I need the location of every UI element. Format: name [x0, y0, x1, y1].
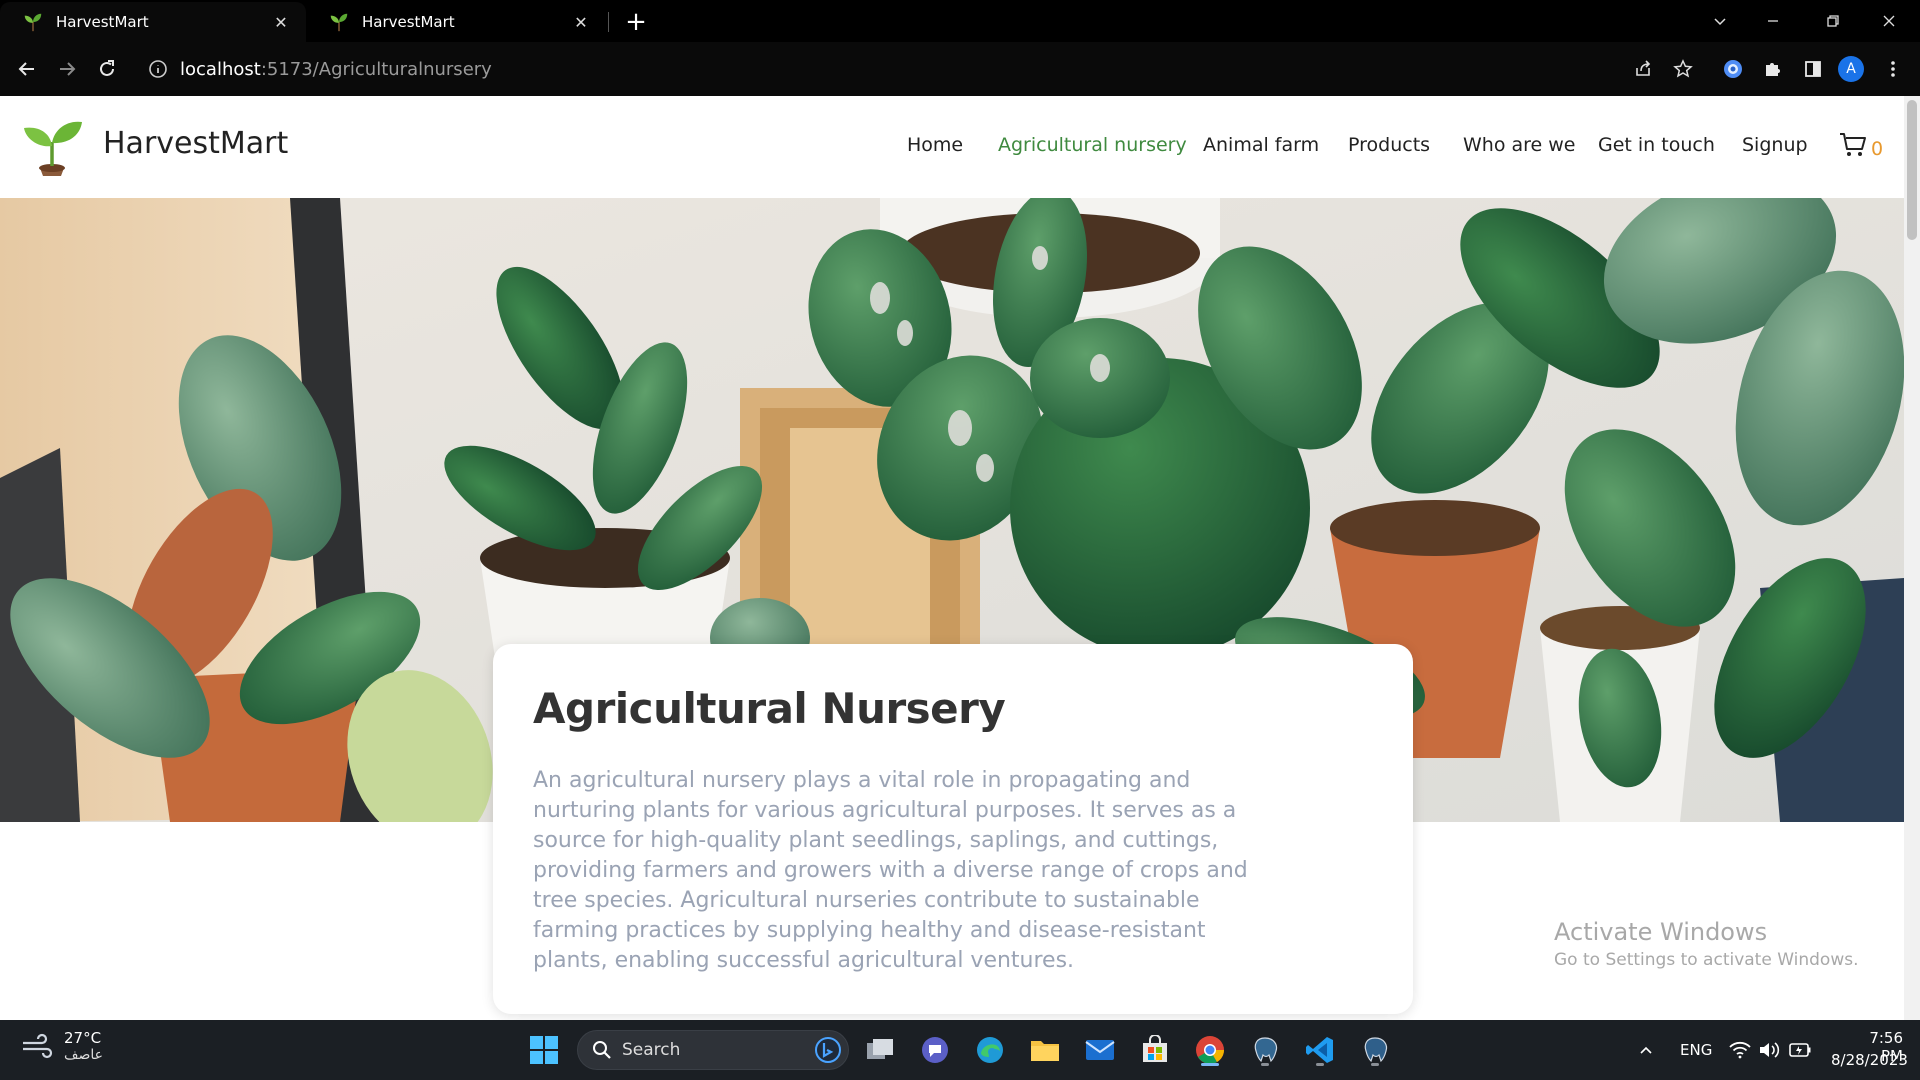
browser-tab-bar: HarvestMart ✕ HarvestMart ✕ + — [0, 0, 1920, 42]
bing-icon[interactable] — [814, 1036, 842, 1064]
watermark-subtitle: Go to Settings to activate Windows. — [1554, 950, 1859, 970]
running-indicator — [1371, 1063, 1379, 1066]
nav-home[interactable]: Home — [907, 134, 963, 156]
extensions-puzzle-icon[interactable] — [1758, 54, 1788, 84]
postgresql-icon[interactable] — [1357, 1032, 1393, 1068]
watermark-title: Activate Windows — [1554, 918, 1768, 946]
forward-icon[interactable] — [52, 54, 82, 84]
mail-icon[interactable] — [1082, 1032, 1118, 1068]
nav-products[interactable]: Products — [1348, 134, 1430, 156]
running-indicator — [1261, 1063, 1269, 1066]
more-menu-icon[interactable] — [1878, 54, 1908, 84]
nav-who-are-we[interactable]: Who are we — [1463, 134, 1576, 156]
nav-signup[interactable]: Signup — [1742, 134, 1808, 156]
scrollbar-thumb[interactable] — [1907, 100, 1917, 240]
share-icon[interactable] — [1628, 54, 1658, 84]
teams-chat-icon[interactable] — [917, 1032, 953, 1068]
card-title: Agricultural Nursery — [533, 684, 1006, 733]
browser-toolbar: localhost:5173/Agriculturalnursery A — [0, 42, 1920, 96]
language-indicator[interactable]: ENG — [1680, 1041, 1712, 1059]
page-viewport: HarvestMart Home Agricultural nursery An… — [0, 96, 1920, 1020]
file-explorer-icon[interactable] — [1027, 1032, 1063, 1068]
pgadmin-icon[interactable] — [1247, 1032, 1283, 1068]
page-scrollbar[interactable] — [1904, 96, 1920, 1020]
taskbar-search[interactable]: Search — [577, 1030, 849, 1070]
url-host: localhost — [180, 58, 261, 80]
windows-taskbar: 27°C عاصف Search ENG 7:56 PM 8/28/2023 — [0, 1020, 1920, 1080]
back-icon[interactable] — [12, 54, 42, 84]
running-indicator — [1201, 1063, 1219, 1066]
weather-widget[interactable]: 27°C عاصف — [20, 1029, 103, 1063]
minimize-icon[interactable] — [1753, 6, 1793, 36]
extension-icon[interactable] — [1718, 54, 1748, 84]
browser-tab[interactable]: HarvestMart ✕ — [306, 2, 606, 42]
cart-icon[interactable] — [1838, 130, 1868, 160]
chrome-icon[interactable] — [1192, 1032, 1228, 1068]
nav-agricultural-nursery[interactable]: Agricultural nursery — [998, 134, 1187, 156]
brand-name[interactable]: HarvestMart — [103, 126, 288, 161]
profile-avatar[interactable]: A — [1838, 56, 1864, 82]
side-panel-icon[interactable] — [1798, 54, 1828, 84]
tab-search-chevron-icon[interactable] — [1700, 6, 1740, 36]
start-windows-icon[interactable] — [526, 1032, 562, 1068]
sprout-favicon-icon — [24, 13, 42, 32]
activate-windows-watermark: Activate Windows Go to Settings to activ… — [1554, 918, 1859, 970]
tab-close-icon[interactable]: ✕ — [270, 11, 292, 33]
browser-tab-active[interactable]: HarvestMart ✕ — [0, 2, 306, 42]
sprout-logo-icon[interactable] — [18, 116, 86, 178]
weather-condition: عاصف — [64, 1047, 103, 1063]
new-tab-button[interactable]: + — [622, 7, 650, 37]
battery-icon[interactable] — [1782, 1032, 1818, 1068]
address-bar[interactable]: localhost:5173/Agriculturalnursery — [146, 49, 1606, 89]
nav-get-in-touch[interactable]: Get in touch — [1598, 134, 1715, 156]
bookmark-star-icon[interactable] — [1668, 54, 1698, 84]
weather-temp: 27°C — [64, 1029, 102, 1047]
card-description: An agricultural nursery plays a vital ro… — [533, 768, 1248, 973]
edge-browser-icon[interactable] — [972, 1032, 1008, 1068]
search-icon — [593, 1041, 611, 1059]
reload-icon[interactable] — [92, 54, 122, 84]
show-hidden-icons-chevron-icon[interactable] — [1628, 1032, 1664, 1068]
nursery-info-card: Agricultural Nursery An agricultural nur… — [493, 644, 1413, 1014]
sprout-favicon-icon — [330, 13, 348, 32]
tab-close-icon[interactable]: ✕ — [570, 11, 592, 33]
restore-icon[interactable] — [1813, 6, 1853, 36]
clock-date[interactable]: 8/28/2023 — [1831, 1051, 1908, 1069]
cart-count: 0 — [1871, 138, 1884, 160]
url-path: :5173/Agriculturalnursery — [260, 58, 492, 80]
running-indicator — [1316, 1063, 1324, 1066]
site-header: HarvestMart Home Agricultural nursery An… — [0, 96, 1904, 198]
search-label: Search — [622, 1040, 681, 1060]
vscode-icon[interactable] — [1302, 1032, 1338, 1068]
tab-separator — [608, 12, 609, 32]
nav-animal-farm[interactable]: Animal farm — [1203, 134, 1319, 156]
tab-title: HarvestMart — [56, 13, 149, 31]
wind-weather-icon — [23, 1033, 53, 1059]
microsoft-store-icon[interactable] — [1137, 1032, 1173, 1068]
site-info-icon[interactable] — [146, 57, 170, 81]
tab-title: HarvestMart — [362, 13, 455, 31]
close-window-icon[interactable] — [1869, 6, 1909, 36]
task-view-icon[interactable] — [862, 1032, 898, 1068]
